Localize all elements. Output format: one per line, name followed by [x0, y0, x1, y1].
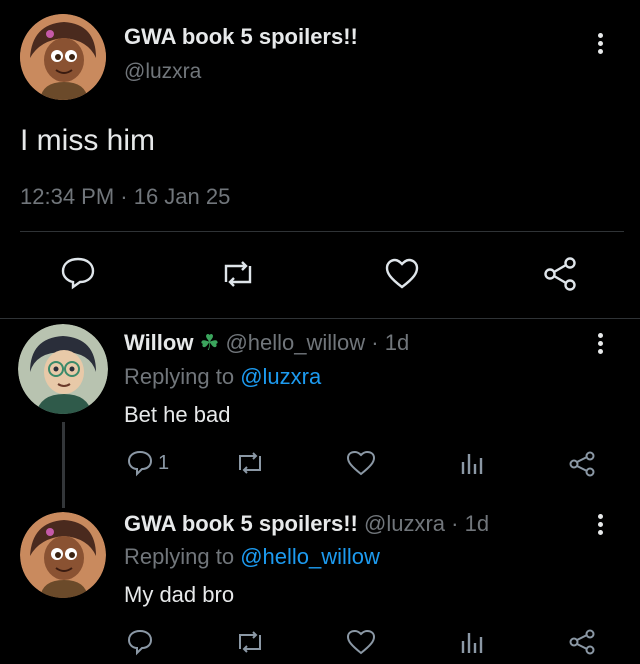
retweet-icon[interactable] — [218, 258, 258, 290]
replying-to: Replying to @hello_willow — [124, 544, 380, 570]
display-name[interactable]: GWA book 5 spoilers!! — [124, 24, 358, 50]
divider — [0, 318, 640, 319]
reply-icon[interactable] — [126, 628, 154, 656]
reply-icon[interactable] — [60, 256, 96, 290]
display-name[interactable]: Willow — [124, 330, 193, 355]
handle-time[interactable]: @hello_willow · 1d — [225, 330, 409, 355]
retweet-icon[interactable] — [234, 450, 266, 476]
replying-to-link[interactable]: @luzxra — [240, 364, 321, 389]
replying-to-label: Replying to — [124, 364, 235, 389]
replying-to-link[interactable]: @hello_willow — [240, 544, 380, 569]
reply-count: 1 — [158, 452, 170, 474]
like-icon[interactable] — [346, 629, 376, 655]
share-icon[interactable] — [568, 450, 596, 478]
reply-icon[interactable] — [126, 449, 154, 477]
tweet-text: I miss him — [20, 124, 155, 157]
replying-to: Replying to @luzxra — [124, 364, 321, 390]
more-icon[interactable] — [598, 333, 604, 357]
reply-header: Willow ☘ @hello_willow · 1d — [124, 330, 409, 356]
reply-header: GWA book 5 spoilers!! @luzxra · 1d — [124, 511, 489, 537]
handle[interactable]: @luzxra — [124, 60, 201, 84]
thread-line — [62, 422, 65, 508]
replying-to-label: Replying to — [124, 544, 235, 569]
analytics-icon[interactable] — [458, 450, 484, 476]
like-icon[interactable] — [384, 258, 420, 290]
avatar[interactable] — [20, 14, 106, 100]
share-icon[interactable] — [568, 628, 596, 656]
display-name[interactable]: GWA book 5 spoilers!! — [124, 511, 358, 536]
share-icon[interactable] — [542, 256, 578, 292]
tweet-text: Bet he bad — [124, 402, 231, 427]
analytics-icon[interactable] — [458, 629, 484, 655]
more-icon[interactable] — [598, 33, 604, 57]
divider — [20, 231, 624, 232]
avatar[interactable] — [20, 512, 106, 598]
avatar[interactable] — [18, 324, 108, 414]
like-icon[interactable] — [346, 450, 376, 476]
tweet-text: My dad bro — [124, 582, 235, 607]
more-icon[interactable] — [598, 514, 604, 538]
handle-time[interactable]: @luzxra · 1d — [364, 511, 489, 536]
clover-icon: ☘ — [199, 330, 220, 355]
retweet-icon[interactable] — [234, 629, 266, 655]
timestamp[interactable]: 12:34 PM · 16 Jan 25 — [20, 184, 230, 210]
